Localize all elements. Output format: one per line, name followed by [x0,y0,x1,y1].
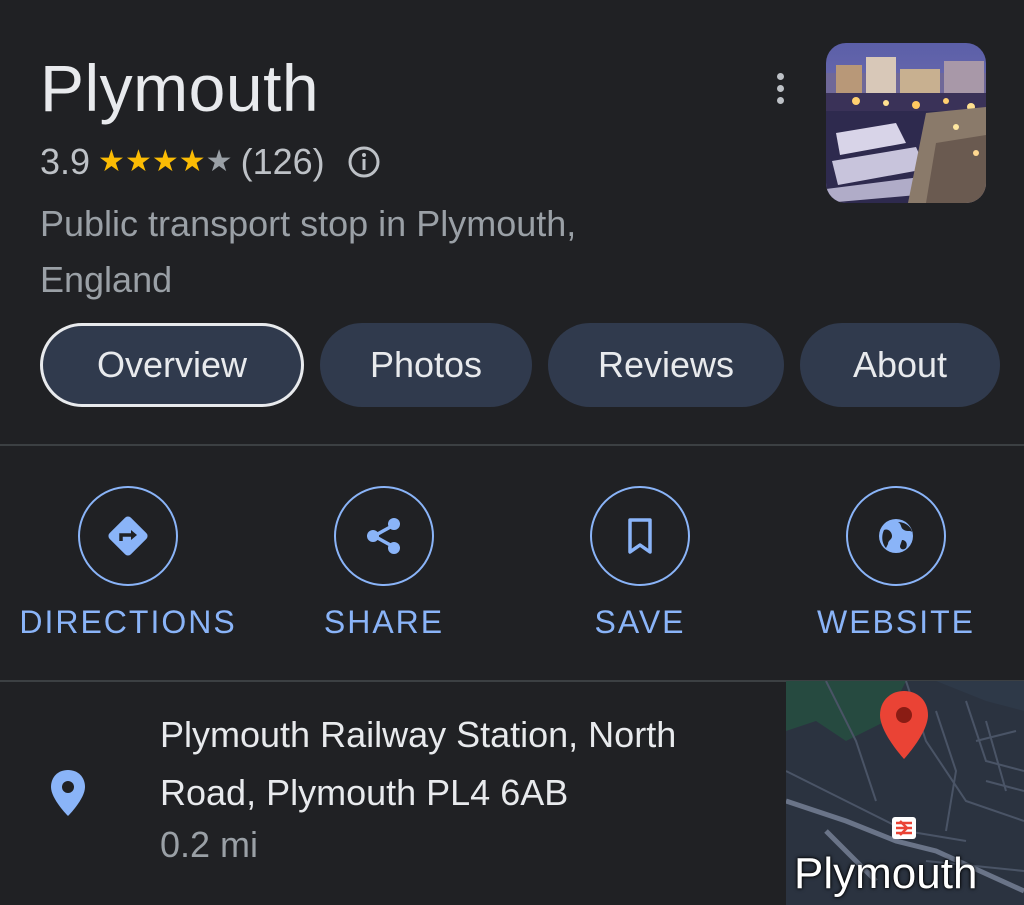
star-full-icon: ★ [151,145,179,178]
tab-overview[interactable]: Overview [40,323,304,407]
share-label: SHARE [323,604,445,640]
tab-bar: Overview Photos Reviews About [40,323,1000,407]
globe-icon [879,519,913,553]
directions-button[interactable]: DIRECTIONS [0,486,256,641]
harbour-night-photo [826,43,986,203]
rating-value: 3.9 [40,141,91,182]
star-full-icon: ★ [98,145,125,178]
share-icon [367,518,400,554]
website-button[interactable]: WEBSITE [768,486,1024,641]
save-label: SAVE [594,604,686,640]
rating-stars: ★ ★ ★ ★ ★ [98,147,233,177]
more-options-button[interactable] [760,66,800,110]
website-label: WEBSITE [816,604,975,640]
share-circle [334,486,434,586]
menu-dot-icon [776,96,784,104]
place-thumbnail[interactable] [826,43,986,203]
address-text: Plymouth Railway Station, North Road, Pl… [160,706,760,822]
directions-label: DIRECTIONS [19,604,237,640]
place-header: Plymouth 3.9 ★ ★ ★ ★ ★ (126) Public tran… [0,0,1024,445]
bookmark-icon [628,518,652,554]
tab-about[interactable]: About [800,323,1000,407]
share-button[interactable]: SHARE [256,486,512,641]
map-preview[interactable]: Plymouth [786,681,1024,905]
website-circle [846,486,946,586]
info-icon[interactable] [347,145,381,179]
review-count[interactable]: (126) [241,141,325,183]
menu-dot-icon [776,84,784,92]
distance-text: 0.2 mi [160,824,259,865]
rating-row: 3.9 ★ ★ ★ ★ ★ (126) [40,140,381,184]
menu-dot-icon [776,72,784,80]
save-button[interactable]: SAVE [512,486,768,641]
map-place-label: Plymouth [794,849,978,898]
tab-reviews[interactable]: Reviews [548,323,784,407]
directions-circle [78,486,178,586]
save-circle [590,486,690,586]
place-title: Plymouth [40,51,320,125]
star-full-icon: ★ [124,145,152,178]
tab-photos[interactable]: Photos [320,323,532,407]
place-category: Public transport stop in Plymouth, Engla… [40,196,700,308]
star-empty-icon: ★ [205,145,233,178]
action-bar: DIRECTIONS SHARE SAVE WEBSITE [0,446,1024,680]
location-pin-icon [48,768,88,823]
address-line-1: Plymouth Railway Station, North [160,714,677,755]
directions-icon [108,516,148,556]
category-line-2: England [40,259,173,300]
star-full-icon: ★ [178,145,206,178]
category-line-1: Public transport stop in Plymouth, [40,203,577,244]
address-line-2: Road, Plymouth PL4 6AB [160,772,569,813]
